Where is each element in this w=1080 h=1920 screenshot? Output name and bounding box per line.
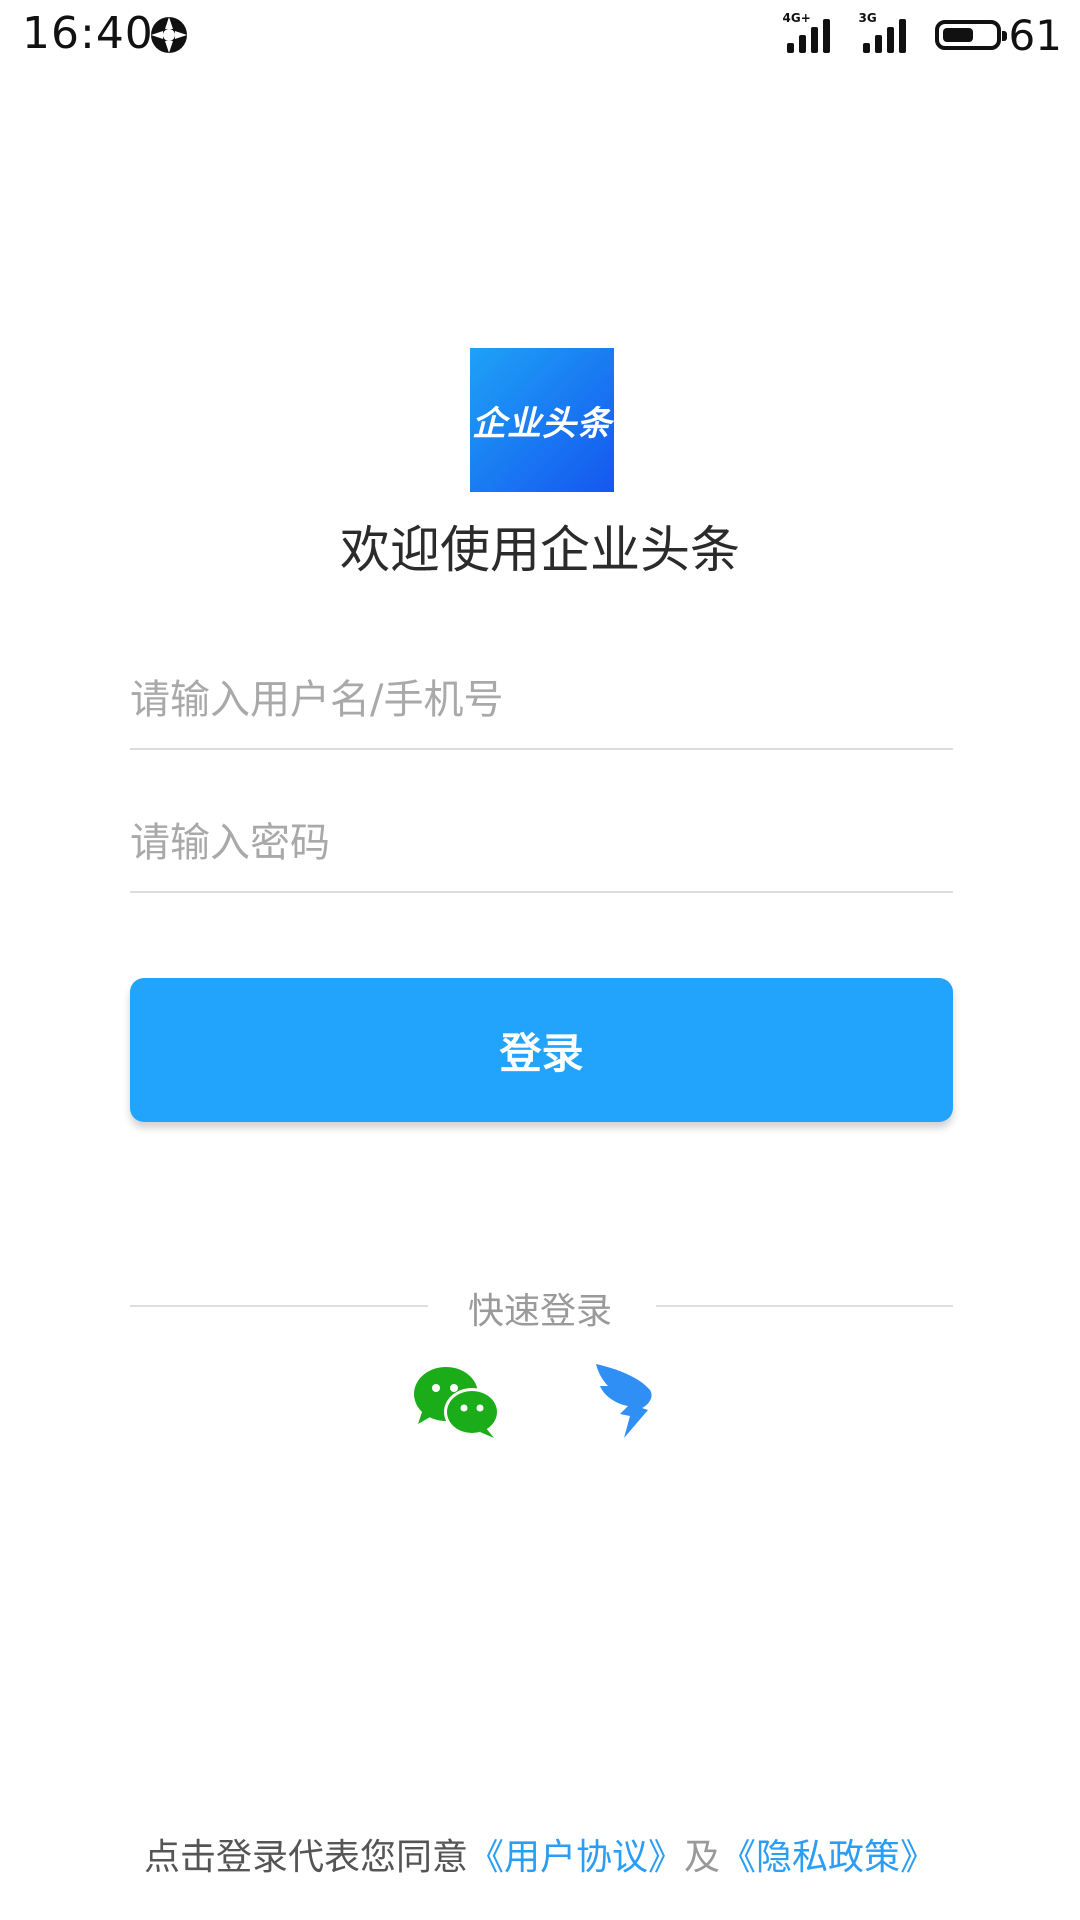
vpn-icon <box>151 17 187 53</box>
dingtalk-icon <box>596 1364 652 1438</box>
quick-login-divider-right <box>656 1305 953 1307</box>
welcome-title: 欢迎使用企业头条 <box>340 521 740 579</box>
signal-4g-icon: 4G+ <box>783 11 839 55</box>
dingtalk-login-button[interactable] <box>594 1360 658 1440</box>
quick-login-label: 快速登录 <box>467 1291 612 1332</box>
wechat-icon <box>414 1367 500 1438</box>
wechat-login-button[interactable] <box>412 1364 502 1440</box>
username-input[interactable] <box>130 652 953 750</box>
battery-indicator: 61 <box>934 10 1062 60</box>
signal-3g-icon: 3G <box>859 11 915 55</box>
signal-4g-label: 4G+ <box>782 11 811 25</box>
battery-level: 61 <box>1008 10 1062 60</box>
battery-fill <box>942 28 974 42</box>
status-bar: 16:40 4G+ 3G 61 <box>0 0 1080 70</box>
agreement-text: 点击登录代表您同意《用户协议》及《隐私政策》 <box>0 1828 1080 1880</box>
app-logo-text: 企业头条 <box>472 403 612 444</box>
app-logo: 企业头条 <box>470 348 614 492</box>
privacy-policy-link[interactable]: 《隐私政策》 <box>720 1837 936 1878</box>
status-indicators: 4G+ 3G 61 <box>783 10 1062 60</box>
login-button[interactable]: 登录 <box>130 978 953 1122</box>
agreement-prefix: 点击登录代表您同意 <box>143 1837 468 1878</box>
agreement-conjunction: 及 <box>684 1837 721 1878</box>
battery-icon <box>934 20 1007 50</box>
signal-3g-label: 3G <box>858 11 877 25</box>
password-input[interactable] <box>130 795 953 893</box>
status-time: 16:40 <box>22 8 154 59</box>
user-agreement-link[interactable]: 《用户协议》 <box>468 1837 684 1878</box>
